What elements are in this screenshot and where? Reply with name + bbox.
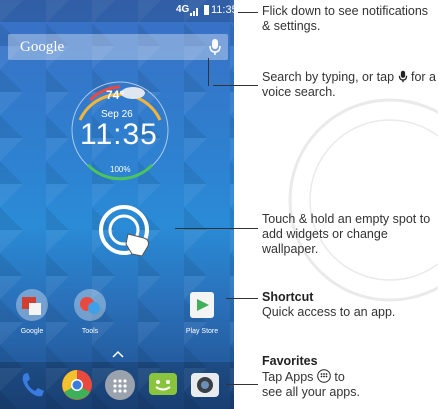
temperature: 74°: [106, 88, 125, 102]
shortcut-desc: Quick access to an app.: [262, 305, 396, 319]
app-label-google: Google: [20, 328, 44, 335]
favorites-line1-suffix: to: [334, 370, 345, 384]
tools-folder-icon: [74, 289, 106, 321]
clock-time: 11:35: [80, 118, 158, 151]
leader-search: [213, 85, 258, 86]
google-search-bar[interactable]: Google: [8, 34, 228, 60]
leader-notifications: [238, 12, 258, 13]
search-label: Google: [20, 39, 65, 55]
callout-search-prefix: Search by typing, or tap: [262, 70, 395, 84]
phone-app-icon[interactable]: [16, 368, 50, 402]
shortcut-title: Shortcut: [262, 290, 314, 304]
leader-search-vertical: [208, 58, 209, 86]
messaging-icon[interactable]: [146, 368, 180, 402]
callout-search: Search by typing, or tap for a voice sea…: [262, 70, 438, 100]
favorites-line2: see all your apps.: [262, 385, 360, 399]
status-bar[interactable]: 4G 11:35: [0, 0, 234, 22]
callout-favorites: Favorites Tap Apps to see all your apps.: [262, 354, 438, 400]
network-indicator: 4G: [176, 4, 190, 15]
phone-screenshot: 4G 11:35 Google 74° Sep 26 11:35 100%: [0, 0, 234, 409]
callout-shortcut: Shortcut Quick access to an app.: [262, 290, 438, 320]
callout-notifications: Flick down to see notifications & settin…: [262, 4, 429, 33]
leader-touch-hold: [175, 228, 258, 229]
app-google[interactable]: Google: [8, 288, 56, 335]
favorites-dock: [0, 362, 234, 409]
google-folder-icon: [16, 289, 48, 321]
status-time: 11:35: [211, 4, 234, 16]
apps-launcher-icon[interactable]: [103, 368, 137, 402]
chrome-icon[interactable]: [60, 368, 94, 402]
camera-icon[interactable]: [188, 368, 222, 402]
microphone-icon[interactable]: [208, 38, 222, 56]
app-tools[interactable]: Tools: [66, 288, 114, 335]
favorites-title: Favorites: [262, 354, 318, 368]
battery-percent: 100%: [110, 165, 131, 174]
app-label-play-store: Play Store: [185, 328, 219, 335]
signal-icon: [190, 8, 198, 16]
leader-favorites: [226, 384, 258, 385]
dock-up-arrow-icon: [112, 350, 124, 358]
favorites-line1-prefix: Tap Apps: [262, 370, 314, 384]
apps-icon-inline: [317, 369, 331, 383]
callout-touch-hold: Touch & hold an empty spot to add widget…: [262, 212, 431, 256]
app-label-tools: Tools: [81, 328, 99, 335]
leader-shortcut: [226, 298, 258, 299]
app-play-store[interactable]: Play Store: [178, 288, 226, 335]
touch-hold-icon: [99, 205, 149, 257]
microphone-icon-inline: [398, 70, 407, 83]
play-store-icon: [190, 292, 214, 318]
battery-icon: [204, 5, 209, 15]
